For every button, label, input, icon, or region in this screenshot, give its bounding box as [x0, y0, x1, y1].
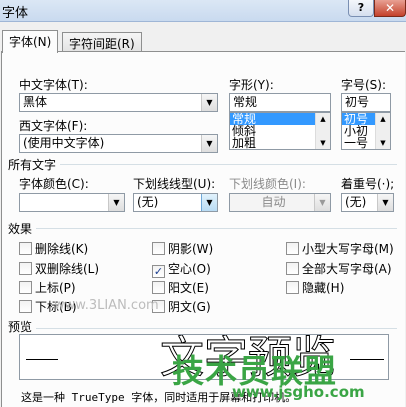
font-color-label: 字体颜色(C): — [19, 177, 89, 191]
chevron-down-icon[interactable]: ▼ — [201, 94, 217, 111]
checkbox-box[interactable] — [152, 281, 165, 294]
checkbox-label: 删除线(K) — [35, 242, 89, 256]
checkbox-box[interactable] — [19, 242, 32, 255]
scrollbar[interactable]: ▲ ▼ — [315, 113, 330, 149]
chevron-down-icon[interactable]: ▼ — [377, 194, 393, 211]
emphasis-mark-combo[interactable]: (无) ▼ — [341, 193, 394, 212]
font-style-input[interactable]: 常规 — [229, 93, 331, 112]
watermark-url: www.jsgho.com — [232, 383, 365, 401]
checkbox-box[interactable] — [286, 262, 299, 275]
double-strikethrough-checkbox[interactable]: 双删除线(L) — [19, 260, 99, 276]
checkbox-label: 小型大写字母(M) — [302, 242, 394, 256]
underline-color-combo: 自动 ▼ — [229, 193, 331, 212]
underline-style-value: (无) — [137, 195, 159, 209]
engrave-checkbox[interactable]: 阴文(G) — [152, 298, 211, 314]
tab-font[interactable]: 字体(N) — [2, 30, 59, 53]
western-font-combo[interactable]: (使用中文字体) ▼ — [19, 134, 218, 153]
underline-style-combo[interactable]: (无) ▼ — [133, 193, 218, 212]
superscript-checkbox[interactable]: 上标(P) — [19, 279, 76, 295]
underline-color-label: 下划线颜色(I): — [229, 177, 306, 191]
checkbox-box[interactable] — [286, 281, 299, 294]
chinese-font-value: 黑体 — [23, 95, 48, 109]
chevron-down-icon[interactable]: ▼ — [201, 194, 217, 211]
scroll-down-icon[interactable]: ▼ — [376, 137, 390, 149]
checkbox-box[interactable] — [19, 262, 32, 275]
western-font-value: (使用中文字体) — [23, 136, 105, 150]
chevron-down-icon[interactable]: ▼ — [108, 194, 124, 211]
checkbox-box[interactable] — [152, 242, 165, 255]
chevron-down-icon[interactable]: ▼ — [201, 135, 217, 152]
chinese-font-combo[interactable]: 黑体 ▼ — [19, 93, 218, 112]
font-style-list[interactable]: 常规 倾斜 加粗 ▲ ▼ — [229, 112, 331, 150]
checkbox-label: 阳文(E) — [168, 281, 209, 295]
small-caps-checkbox[interactable]: 小型大写字母(M) — [286, 240, 394, 256]
chevron-down-icon: ▼ — [314, 194, 330, 211]
font-size-label: 字号(S): — [341, 78, 387, 92]
emphasis-mark-value: (无) — [345, 195, 367, 209]
effects-section-label: 效果 — [8, 220, 37, 237]
watermark-text: www.3LIAN.com — [54, 298, 159, 313]
close-button[interactable]: ✕ — [374, 0, 406, 17]
underline-color-value: 自动 — [261, 195, 286, 209]
font-size-input[interactable]: 初号 — [341, 93, 391, 112]
font-size-list[interactable]: 初号 小初 一号 ▲ ▼ — [341, 112, 391, 150]
checkbox-label: 双删除线(L) — [35, 262, 100, 276]
shadow-checkbox[interactable]: 阴影(W) — [152, 240, 213, 256]
strikethrough-checkbox[interactable]: 删除线(K) — [19, 240, 88, 256]
section-divider — [9, 164, 397, 165]
scroll-up-icon[interactable]: ▲ — [376, 113, 390, 125]
preview-baseline-right — [350, 359, 384, 360]
section-divider — [9, 228, 397, 229]
all-text-section-label: 所有文字 — [8, 156, 61, 173]
font-style-label: 字形(Y): — [229, 78, 274, 92]
all-caps-checkbox[interactable]: 全部大写字母(A) — [286, 260, 392, 276]
hidden-checkbox[interactable]: 隐藏(H) — [286, 279, 344, 295]
preview-section-label: 预览 — [8, 318, 37, 335]
check-icon[interactable]: ✓ — [152, 265, 165, 278]
chinese-font-label: 中文字体(T): — [19, 78, 88, 92]
tab-strip: 字体(N) 字符间距(R) — [0, 30, 406, 53]
checkbox-box[interactable] — [19, 300, 32, 313]
checkbox-box[interactable] — [286, 242, 299, 255]
title-bar: 字体 ? ✕ — [0, 0, 406, 22]
window-title: 字体 — [2, 6, 29, 21]
font-color-combo[interactable]: ▼ — [19, 193, 125, 212]
scroll-up-icon[interactable]: ▲ — [316, 113, 330, 125]
emphasis-mark-label: 着重号(·); — [341, 177, 395, 191]
underline-style-label: 下划线线型(U): — [133, 177, 216, 191]
help-button[interactable]: ? — [348, 0, 374, 17]
checkbox-label: 上标(P) — [35, 281, 76, 295]
checkbox-label: 隐藏(H) — [302, 281, 345, 295]
checkbox-label: 阴影(W) — [168, 242, 214, 256]
western-font-label: 西文字体(F): — [19, 119, 88, 133]
scrollbar[interactable]: ▲ ▼ — [375, 113, 390, 149]
scroll-down-icon[interactable]: ▼ — [316, 137, 330, 149]
checkbox-label: 空心(O) — [168, 262, 211, 276]
tab-character-spacing[interactable]: 字符间距(R) — [62, 32, 142, 52]
checkbox-box[interactable] — [19, 281, 32, 294]
checkbox-label: 阴文(G) — [168, 300, 211, 314]
preview-baseline-left — [26, 359, 58, 360]
emboss-checkbox[interactable]: 阳文(E) — [152, 279, 209, 295]
section-divider — [9, 328, 397, 329]
outline-checkbox[interactable]: ✓ 空心(O) — [152, 260, 211, 278]
checkbox-label: 全部大写字母(A) — [302, 262, 392, 276]
